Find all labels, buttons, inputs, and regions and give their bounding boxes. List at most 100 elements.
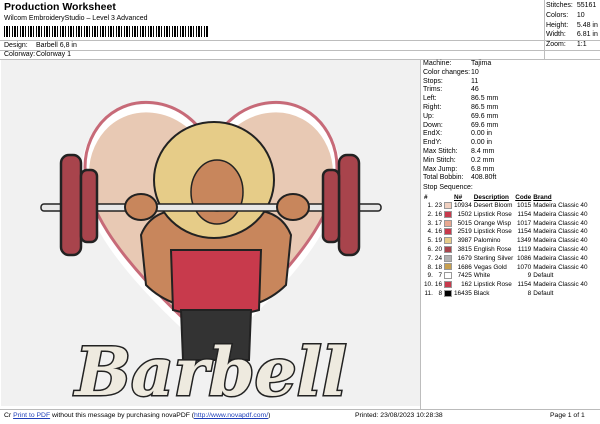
table-row: 10. 16 162 Lipstick Rose 1154 Madeira Cl… (423, 281, 589, 290)
row-brand: Madeira Classic 40 (533, 281, 588, 289)
machine-value: 8.4 mm (471, 147, 495, 155)
row-stop: 16 (434, 228, 442, 236)
row-code2: 1086 (516, 254, 532, 262)
page-number: Page 1 of 1 (550, 412, 585, 419)
machine-value: 0.2 mm (471, 156, 495, 164)
summary-label: Height: (546, 21, 569, 29)
row-code: 1679 (457, 254, 472, 262)
row-index: 1. (427, 202, 433, 210)
row-code: 1686 (457, 263, 472, 271)
machine-value: 46 (471, 86, 479, 94)
row-code2: 1154 (517, 210, 532, 218)
row-description: Desert Bloom (473, 202, 513, 210)
color-swatch (444, 281, 452, 289)
row-code2: 8 (527, 289, 532, 297)
row-swatch (443, 210, 453, 220)
machine-value: 69.6 mm (471, 121, 499, 129)
table-row: 4. 16 2519 Lipstick Rose 1154 Madeira Cl… (423, 228, 589, 237)
footer-prefix: Cr (4, 412, 12, 419)
left-weight-outer (59, 153, 83, 257)
row-brand: Madeira Classic 40 (533, 202, 588, 210)
row-brand: Madeira Classic 40 (533, 219, 588, 227)
row-brand: Madeira Classic 40 (533, 237, 588, 245)
color-swatch (444, 237, 452, 245)
divider (420, 59, 421, 409)
summary-box: Stitches: 55161 Colors: 10 Height: 5.48 in… (546, 1, 598, 50)
row-description: Lipstick Rose (473, 228, 512, 236)
color-swatch (444, 219, 452, 227)
design-preview: Barbell (1, 60, 420, 406)
color-swatch (444, 289, 452, 297)
footer-message: without this message by purchasing novaP… (50, 412, 195, 419)
machine-label: Trims: (423, 86, 443, 94)
row-stop: 18 (434, 263, 442, 271)
row-code2: 1349 (516, 237, 532, 245)
row-description: English Rose (473, 246, 512, 253)
red-top (169, 249, 263, 317)
table-row: 1. 23 10934 Desert Bloom 1015 Madeira Cl… (423, 202, 589, 211)
row-code: 162 (461, 281, 472, 289)
right-weight-outer (337, 153, 361, 257)
machine-label: EndX: (423, 130, 443, 138)
row-stop: 23 (434, 202, 442, 210)
table-row: 3. 17 5015 Orange Wisp 1017 Madeira Clas… (423, 219, 589, 229)
table-row: 9. 7 7425 White 9 Default (423, 272, 589, 281)
row-index: 6. (427, 246, 433, 253)
color-swatch (444, 202, 452, 209)
design-name: Barbell 6,8 in (36, 42, 77, 49)
software-name: Wilcom EmbroideryStudio – Level 3 Advanc… (4, 15, 148, 22)
machine-value: 10 (471, 68, 479, 76)
row-description: Palomino (473, 237, 501, 245)
row-description: White (473, 272, 491, 280)
row-stop: 7 (438, 272, 442, 280)
row-code2: 1070 (516, 263, 532, 271)
color-swatch (444, 228, 452, 236)
summary-label: Stitches: (546, 2, 573, 9)
summary-value: 6.81 in (576, 31, 598, 39)
row-brand: Madeira Classic 40 (533, 210, 588, 218)
row-swatch (443, 272, 453, 281)
row-code2: 1154 (517, 281, 532, 289)
row-description: Black (473, 289, 490, 297)
machine-value: 69.6 mm (471, 112, 499, 120)
embroidery-design: Barbell (40, 101, 382, 406)
divider (544, 0, 545, 59)
col-index: # (424, 194, 428, 201)
row-description: Lipstick Rose (473, 281, 512, 289)
row-swatch (443, 289, 453, 299)
row-stop: 17 (434, 219, 442, 227)
row-index: 5. (427, 237, 433, 245)
row-index: 8. (427, 263, 433, 271)
row-swatch (443, 281, 453, 290)
design-label: Design: (4, 42, 28, 49)
row-index: 11. (424, 289, 433, 297)
print-to-pdf-link[interactable]: Print to PDF (13, 412, 50, 419)
colorway-name: Colorway 1 (36, 51, 72, 58)
row-code: 2519 (457, 228, 472, 236)
machine-value: 0.00 in (471, 139, 493, 147)
novapdf-link[interactable]: http://www.novapdf.com/ (194, 412, 268, 419)
summary-value: 1:1 (576, 41, 587, 49)
summary-value: 5.48 in (576, 21, 598, 29)
color-swatch (444, 210, 452, 218)
row-index: 2. (427, 210, 433, 218)
row-brand: Madeira Classic 40 (533, 228, 588, 236)
machine-label: Up: (423, 112, 434, 120)
left-hand (124, 193, 158, 221)
color-swatch (444, 245, 452, 253)
row-swatch (443, 254, 453, 264)
row-stop: 24 (434, 254, 442, 262)
table-row: 8. 18 1686 Vegas Gold 1070 Madeira Class… (423, 263, 589, 272)
row-code2: 1154 (517, 228, 532, 236)
summary-value: 10 (576, 11, 585, 19)
row-index: 10. (424, 281, 433, 289)
row-code: 7425 (457, 272, 472, 280)
row-code: 1502 (457, 210, 472, 218)
worksheet-title: Production Worksheet (4, 1, 116, 13)
row-swatch (443, 237, 453, 246)
printed-date: Printed: 23/08/2023 10:28:38 (355, 412, 443, 419)
divider (0, 50, 600, 51)
machine-value: 86.5 mm (471, 103, 499, 111)
stop-sequence-table: # N# Description Code Brand 1. 23 10934 … (423, 193, 589, 299)
color-swatch (444, 272, 452, 280)
